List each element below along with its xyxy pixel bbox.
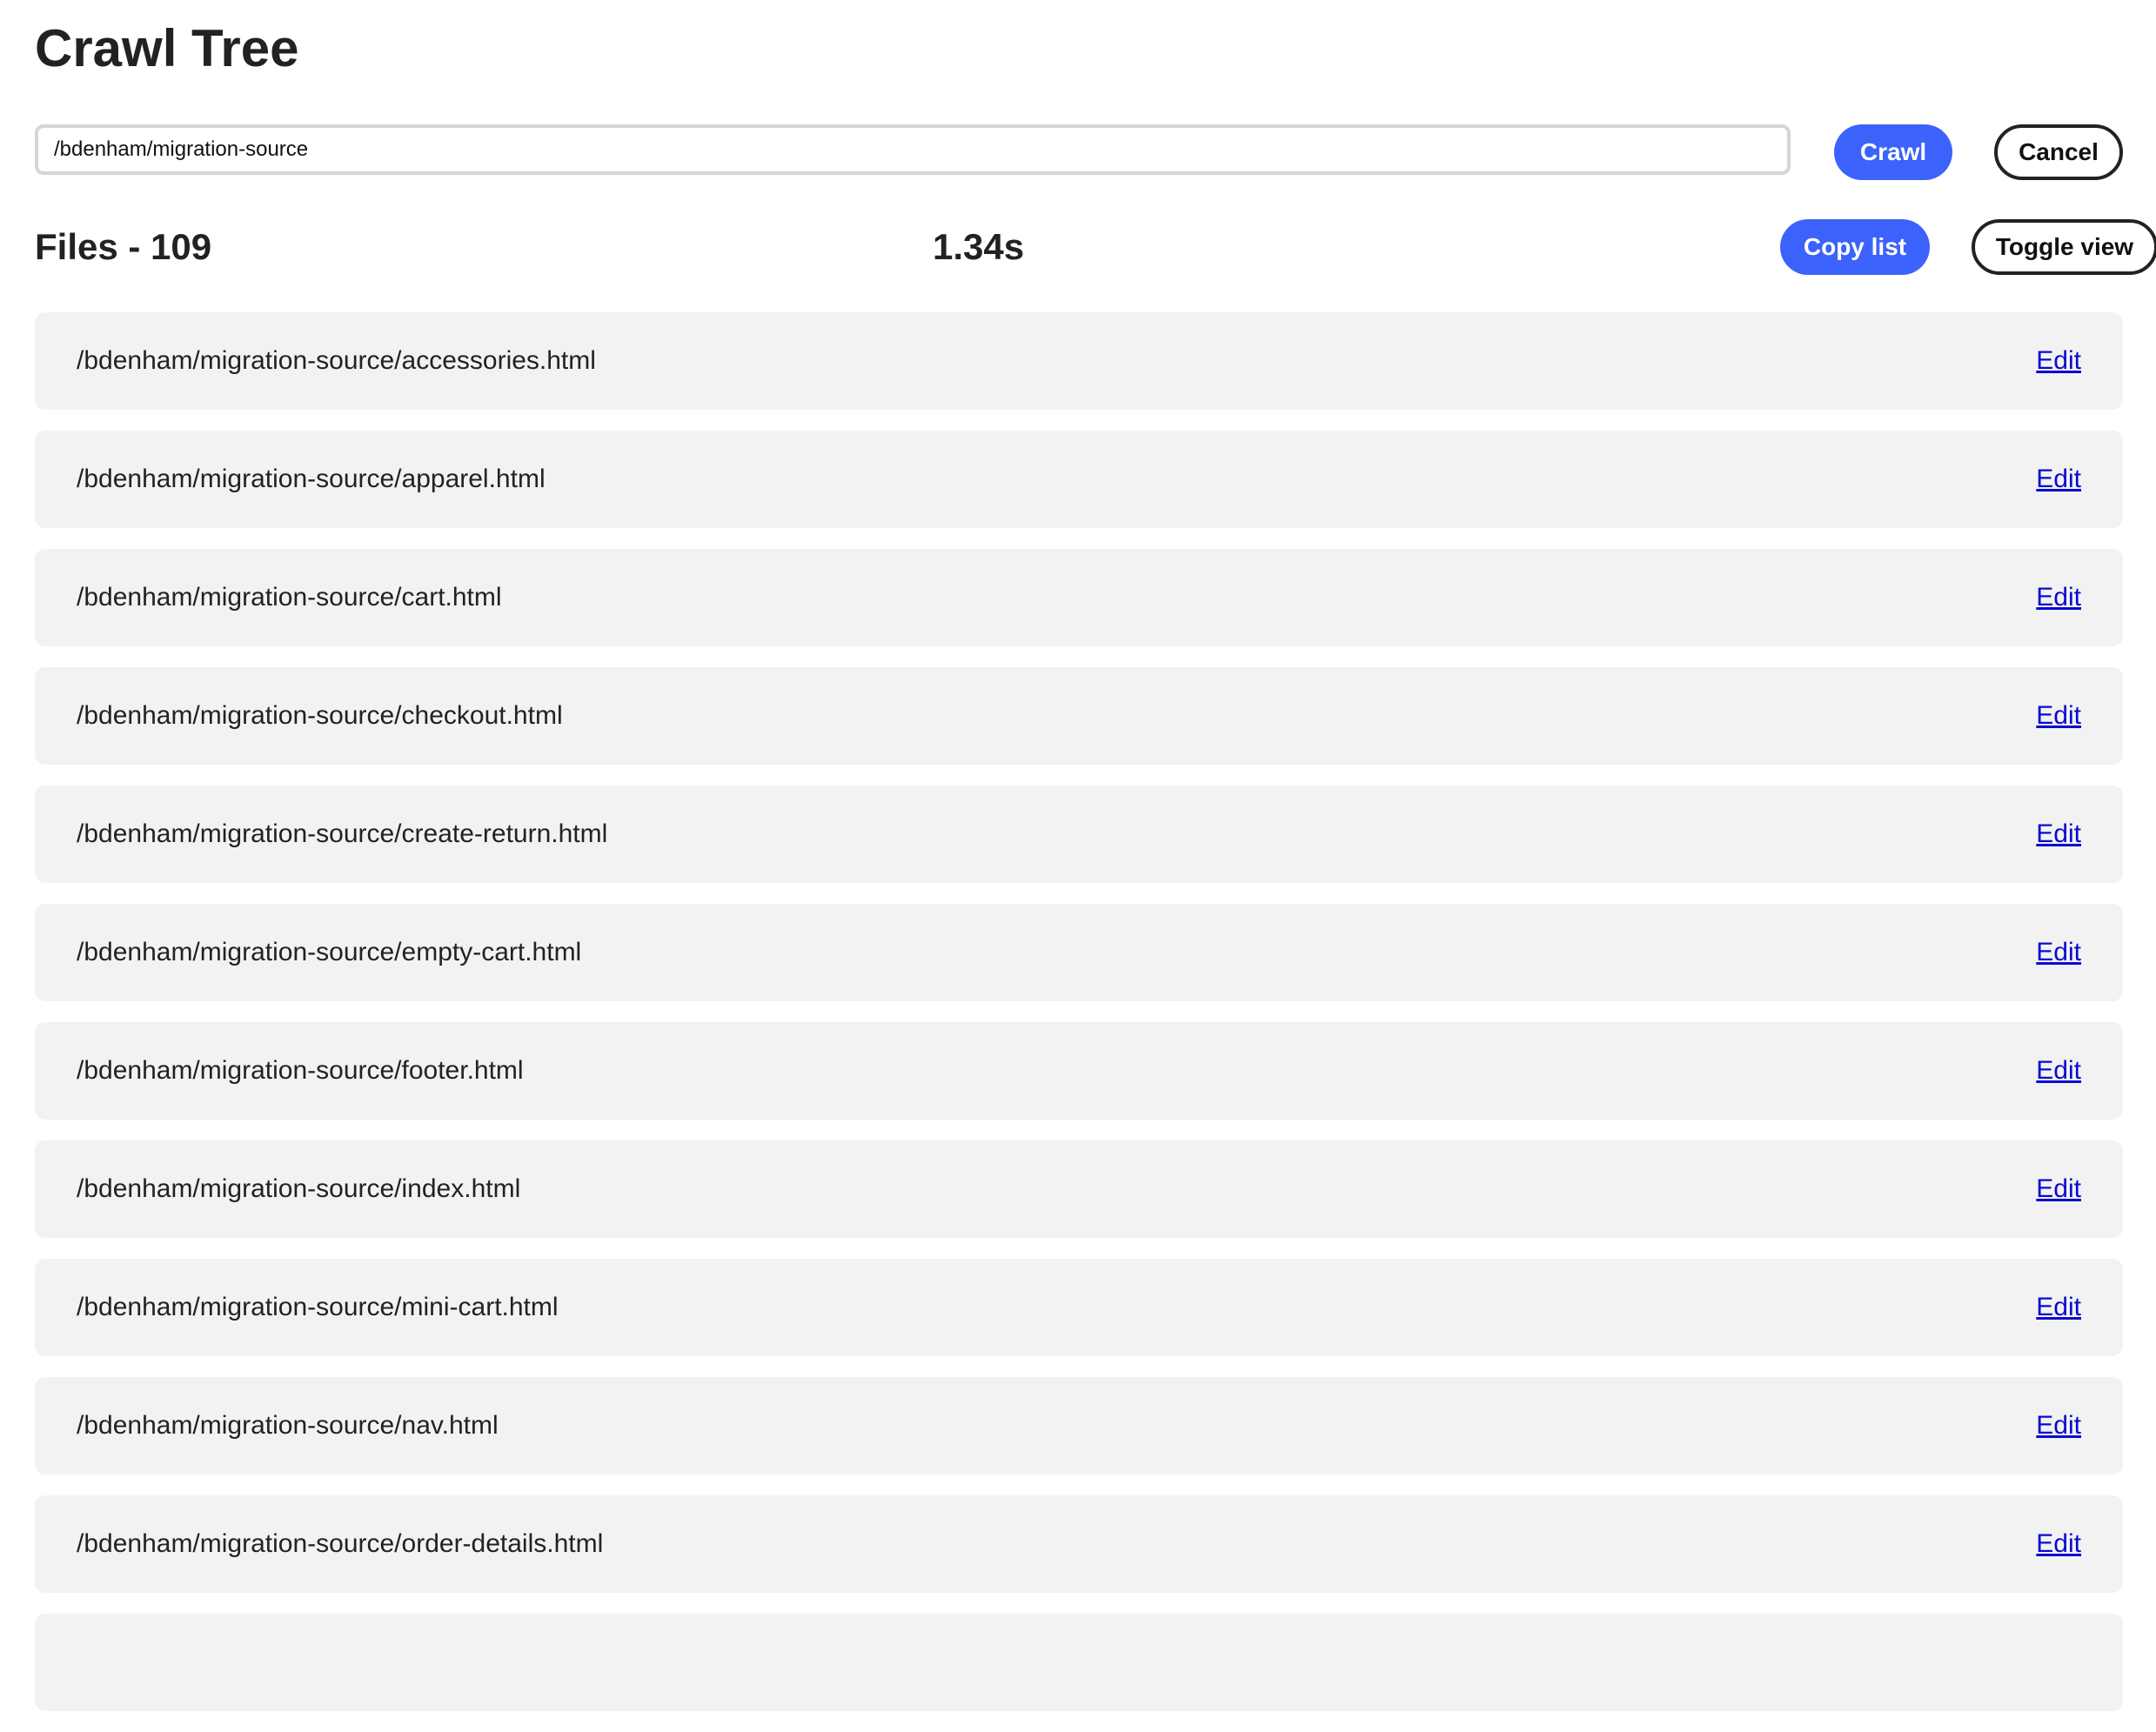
file-row: /bdenham/migration-source/order-details.…: [35, 1495, 2123, 1593]
edit-link[interactable]: Edit: [2036, 1411, 2081, 1441]
elapsed-time: 1.34s: [933, 226, 1025, 267]
files-count: Files - 109: [35, 226, 212, 267]
file-row: /bdenham/migration-source/footer.html Ed…: [35, 1022, 2123, 1120]
file-path: /bdenham/migration-source/apparel.html: [77, 465, 546, 493]
file-row: /bdenham/migration-source/create-return.…: [35, 786, 2123, 883]
edit-link[interactable]: Edit: [2036, 1293, 2081, 1322]
file-row: /bdenham/migration-source/cart.html Edit: [35, 549, 2123, 646]
page-title: Crawl Tree: [35, 19, 299, 77]
file-row: /bdenham/migration-source/index.html Edi…: [35, 1140, 2123, 1238]
copy-list-button[interactable]: Copy list: [1780, 219, 1930, 275]
edit-link[interactable]: Edit: [2036, 1529, 2081, 1559]
edit-link[interactable]: Edit: [2036, 938, 2081, 967]
file-path: /bdenham/migration-source/mini-cart.html: [77, 1293, 559, 1321]
edit-link[interactable]: Edit: [2036, 1056, 2081, 1086]
file-path: /bdenham/migration-source/create-return.…: [77, 819, 608, 848]
toggle-view-button[interactable]: Toggle view: [1972, 219, 2156, 275]
file-path: /bdenham/migration-source/order-details.…: [77, 1529, 604, 1558]
edit-link[interactable]: Edit: [2036, 346, 2081, 376]
file-row: [35, 1614, 2123, 1711]
file-path: /bdenham/migration-source/nav.html: [77, 1411, 499, 1440]
file-path: /bdenham/migration-source/empty-cart.htm…: [77, 938, 582, 966]
edit-link[interactable]: Edit: [2036, 1174, 2081, 1204]
edit-link[interactable]: Edit: [2036, 819, 2081, 849]
file-path: /bdenham/migration-source/accessories.ht…: [77, 346, 596, 375]
crawl-button[interactable]: Crawl: [1834, 124, 1952, 180]
file-path: /bdenham/migration-source/index.html: [77, 1174, 521, 1203]
file-path: /bdenham/migration-source/checkout.html: [77, 701, 563, 730]
file-row: /bdenham/migration-source/empty-cart.htm…: [35, 904, 2123, 1001]
file-path: /bdenham/migration-source/cart.html: [77, 583, 502, 612]
file-row: /bdenham/migration-source/accessories.ht…: [35, 312, 2123, 410]
file-row: /bdenham/migration-source/nav.html Edit: [35, 1377, 2123, 1475]
edit-link[interactable]: Edit: [2036, 701, 2081, 731]
edit-link[interactable]: Edit: [2036, 465, 2081, 494]
file-row: /bdenham/migration-source/checkout.html …: [35, 667, 2123, 765]
edit-link[interactable]: Edit: [2036, 583, 2081, 612]
file-row: /bdenham/migration-source/apparel.html E…: [35, 431, 2123, 528]
path-input[interactable]: [35, 124, 1791, 175]
file-row: /bdenham/migration-source/mini-cart.html…: [35, 1259, 2123, 1356]
file-list: /bdenham/migration-source/accessories.ht…: [35, 312, 2123, 1732]
cancel-button[interactable]: Cancel: [1994, 124, 2123, 180]
file-path: /bdenham/migration-source/footer.html: [77, 1056, 524, 1085]
